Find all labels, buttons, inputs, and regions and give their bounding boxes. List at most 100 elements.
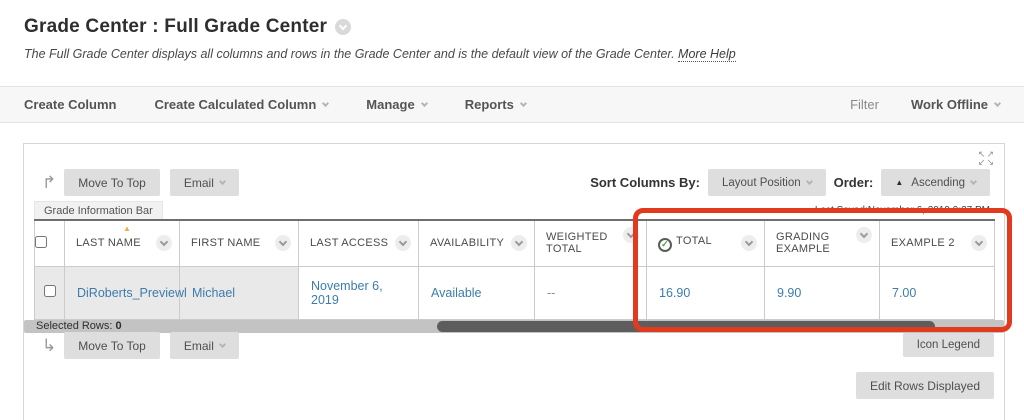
column-header-first-name[interactable]: FIRST NAME <box>179 220 299 267</box>
last-access-header-label: LAST ACCESS <box>310 237 389 250</box>
column-menu-icon[interactable] <box>156 235 172 252</box>
cell-total[interactable]: 16.90 <box>646 266 765 320</box>
work-offline-label: Work Offline <box>910 97 988 112</box>
chevron-down-icon <box>420 99 428 107</box>
column-header-weighted-total[interactable]: WEIGHTED TOTAL <box>534 220 647 267</box>
cell-weighted-total[interactable]: -- <box>534 266 647 320</box>
cell-last-name[interactable]: DiRoberts_Previewl <box>64 266 187 320</box>
sort-columns-by-value: Layout Position <box>721 176 801 189</box>
page-header: Grade Center : Full Grade Center The Ful… <box>24 16 736 62</box>
move-to-top-label: Move To Top <box>78 175 146 190</box>
order-value: Ascending <box>911 176 965 189</box>
selected-rows-count: 0 <box>115 320 122 332</box>
example-2-header-label: EXAMPLE 2 <box>891 237 955 250</box>
cell-first-name[interactable]: Michael <box>179 266 299 320</box>
edit-rows-displayed-label: Edit Rows Displayed <box>869 378 980 393</box>
title-context-menu-icon[interactable] <box>335 19 352 35</box>
reports-label: Reports <box>464 97 514 112</box>
sort-columns-by-select[interactable]: Layout Position <box>707 169 826 196</box>
first-name-header-label: FIRST NAME <box>191 237 261 250</box>
subtitle-text: The Full Grade Center displays all colum… <box>24 47 675 61</box>
column-menu-icon[interactable] <box>623 227 639 244</box>
chevron-down-icon <box>519 99 527 107</box>
work-offline-menu[interactable]: Work Offline <box>910 97 1002 112</box>
create-column-button[interactable]: Create Column <box>24 97 116 112</box>
email-button-bottom[interactable]: Email <box>169 332 239 359</box>
move-to-top-arrow-icon: ↳ <box>42 336 57 355</box>
external-grade-check-icon: ✓ <box>658 237 672 252</box>
filter-button[interactable]: Filter <box>850 97 879 112</box>
column-menu-icon[interactable] <box>741 235 757 252</box>
table-header-row: ▲ LAST NAME FIRST NAME LAST ACCESS AVAIL… <box>34 220 995 267</box>
icon-legend-button[interactable]: Icon Legend <box>902 333 994 357</box>
column-header-grading-example[interactable]: GRADING EXAMPLE <box>764 220 880 267</box>
email-label: Email <box>183 175 214 190</box>
row-select-checkbox[interactable] <box>43 285 56 297</box>
chevron-down-icon <box>218 177 226 185</box>
column-menu-icon[interactable] <box>395 235 411 252</box>
order-label: Order: <box>833 175 874 190</box>
icon-legend-label: Icon Legend <box>916 339 980 351</box>
top-toolbar: ↱ Move To Top Email <box>42 169 249 196</box>
expand-arrows-bottom: ↙↘ <box>977 157 995 167</box>
last-saved-timestamp: Last Saved:November 6, 2019 9:27 PM <box>814 205 990 216</box>
sort-ascending-icon: ▲ <box>123 224 132 233</box>
reports-menu[interactable]: Reports <box>464 97 527 112</box>
chevron-down-icon <box>322 99 330 107</box>
row-select-cell <box>34 266 65 320</box>
column-header-last-name[interactable]: ▲ LAST NAME <box>64 220 180 267</box>
manage-menu[interactable]: Manage <box>366 97 428 112</box>
grade-table: ▲ LAST NAME FIRST NAME LAST ACCESS AVAIL… <box>34 219 995 320</box>
table-row: DiRoberts_Previewl Michael November 6, 2… <box>34 266 995 320</box>
grade-information-bar-label: Grade Information Bar <box>44 204 153 217</box>
more-help-link[interactable]: More Help <box>678 47 736 62</box>
cell-last-access: November 6, 2019 <box>298 266 419 320</box>
weighted-total-header-label: WEIGHTED TOTAL <box>546 231 608 256</box>
bottom-toolbar: ↳ Move To Top Email <box>42 332 249 359</box>
grade-information-bar-tab[interactable]: Grade Information Bar <box>34 201 163 219</box>
move-to-top-arrow-icon: ↱ <box>42 173 57 192</box>
column-header-last-access[interactable]: LAST ACCESS <box>298 220 419 267</box>
action-bar: Create Column Create Calculated Column M… <box>0 86 1024 123</box>
column-menu-icon[interactable] <box>511 235 527 252</box>
email-button[interactable]: Email <box>169 169 239 196</box>
scrollbar-thumb[interactable] <box>437 321 935 332</box>
page-subtitle: The Full Grade Center displays all colum… <box>24 47 736 62</box>
total-header-label: TOTAL <box>676 235 712 247</box>
column-header-example-2[interactable]: EXAMPLE 2 <box>879 220 995 267</box>
chevron-down-icon <box>218 340 226 348</box>
chevron-down-icon <box>993 99 1002 107</box>
sort-controls: Sort Columns By: Layout Position Order: … <box>590 169 990 196</box>
move-to-top-label: Move To Top <box>78 338 146 353</box>
move-to-top-button[interactable]: Move To Top <box>64 169 160 196</box>
order-select[interactable]: ▲ Ascending <box>881 169 990 196</box>
cell-grading-example[interactable]: 9.90 <box>764 266 880 320</box>
cell-example-2[interactable]: 7.00 <box>879 266 995 320</box>
column-header-total[interactable]: ✓ TOTAL <box>646 220 765 267</box>
column-menu-icon[interactable] <box>275 235 291 252</box>
create-column-label: Create Column <box>24 97 117 112</box>
column-menu-icon[interactable] <box>971 235 987 252</box>
chevron-down-icon <box>805 177 813 185</box>
manage-label: Manage <box>366 97 415 112</box>
last-name-header-label: LAST NAME <box>76 237 141 250</box>
create-calculated-column-label: Create Calculated Column <box>154 97 317 112</box>
availability-header-label: AVAILABILITY <box>430 237 505 250</box>
grading-example-header-label: GRADING EXAMPLE <box>776 231 831 256</box>
column-header-availability[interactable]: AVAILABILITY <box>418 220 535 267</box>
grade-center-panel: ↖↗ ↙↘ ↱ Move To Top Email Sort Columns B… <box>23 143 1005 420</box>
move-to-top-button-bottom[interactable]: Move To Top <box>64 332 160 359</box>
selected-rows-label: Selected Rows: <box>36 320 113 332</box>
sort-columns-by-label: Sort Columns By: <box>590 175 700 190</box>
select-all-checkbox[interactable] <box>35 235 47 248</box>
edit-rows-displayed-button[interactable]: Edit Rows Displayed <box>855 372 994 399</box>
chevron-down-icon <box>969 177 978 185</box>
page-title: Grade Center : Full Grade Center <box>24 16 328 37</box>
cell-availability: Available <box>418 266 535 320</box>
fullscreen-expand-icon[interactable]: ↖↗ ↙↘ <box>977 150 995 167</box>
column-menu-icon[interactable] <box>856 227 872 244</box>
email-label: Email <box>183 338 214 353</box>
create-calculated-column-menu[interactable]: Create Calculated Column <box>154 97 330 112</box>
ascending-triangle-icon: ▲ <box>895 178 904 187</box>
select-all-cell <box>34 220 65 267</box>
